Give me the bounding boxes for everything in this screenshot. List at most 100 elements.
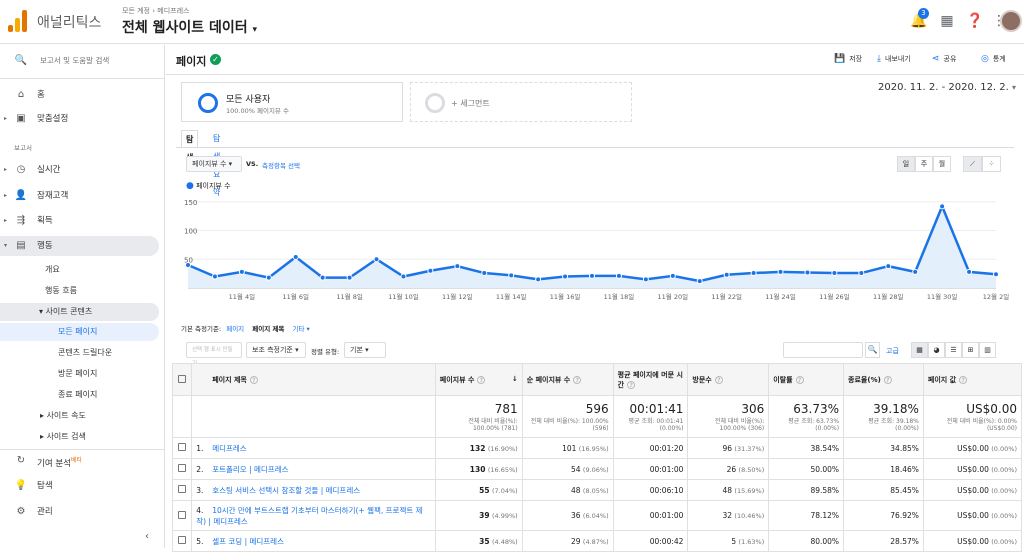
sidebar-sub-overview[interactable]: 개요 [45, 261, 60, 279]
col-entrances[interactable]: 방문수? [687, 363, 770, 396]
week-button[interactable]: 주 [915, 156, 933, 172]
view-selector[interactable]: 전체 웹사이트 데이터 ▾ [122, 17, 257, 37]
dim-other-link[interactable]: 기타 ▾ [293, 325, 310, 333]
x-tick-label: 12월 2일 [983, 292, 1009, 301]
segment-circle-icon [425, 93, 445, 113]
segment-all-users[interactable]: 모든 사용자 100.00% 페이지뷰 수 [181, 82, 403, 122]
help-icon[interactable]: ❓ [964, 10, 986, 32]
advanced-link[interactable]: 고급 [886, 346, 899, 356]
breadcrumb-account[interactable]: 모든 계정 [122, 7, 150, 15]
sidebar-item-discover[interactable]: 💡 탐색 [0, 476, 159, 496]
line-chart: 1501005011월 4일 11월 6일 11월 8일 11월 10일 11월 12일… [184, 199, 1009, 301]
search-icon[interactable]: 🔍 [865, 342, 880, 358]
page-title-link[interactable]: 10시간 만에 부트스트랩 기초부터 마스터하기(+ 웹팩, 프로젝트 제작) … [196, 506, 422, 526]
sidebar-sub-site-content[interactable]: ▾ 사이트 콘텐츠 [0, 303, 159, 321]
metric-dropdown[interactable]: 페이지뷰 수 ▾ [186, 156, 242, 172]
col-exit[interactable]: 종료율(%)? [843, 363, 924, 396]
sidebar-search[interactable]: 🔍 보고서 및 도움말 검색 [0, 51, 159, 71]
avatar[interactable] [1000, 10, 1022, 32]
pivot-view-icon[interactable]: ▥ [979, 342, 996, 358]
col-unique-pageviews[interactable]: 순 페이지뷰 수? [521, 363, 614, 396]
plot-rows-button[interactable]: 선택 행 표시 만들기 [186, 342, 242, 367]
select-metric-link[interactable]: 측정항목 선택 [262, 160, 300, 170]
page-title-link[interactable]: 메디프레스 [212, 444, 247, 453]
analytics-logo-icon[interactable] [8, 10, 28, 32]
sidebar-item-home[interactable]: ⌂ 홈 [0, 85, 159, 105]
col-page-title[interactable]: 페이지 제목? [191, 363, 436, 396]
sidebar-item-attribution[interactable]: ↻ 기여 분석베타 [0, 451, 159, 471]
comparison-view-icon[interactable]: ⊞ [962, 342, 979, 358]
sidebar-item-behavior[interactable]: ▾ ▤ 행동 [0, 236, 159, 256]
col-pageviews[interactable]: 페이지뷰 수? ↓ [434, 363, 523, 396]
row-checkbox-cell[interactable] [171, 500, 193, 531]
performance-view-icon[interactable]: ☰ [945, 342, 962, 358]
y-tick-label: 150 [184, 199, 197, 207]
tab-summary[interactable]: 탐색 요약 [209, 130, 224, 197]
sidebar: 🔍 보고서 및 도움말 검색 ⌂ 홈 ▸ ▣ 맞춤설정 보고서 ▸ ◷ 실시간 ▸ 👤 잠재고객… [0, 45, 165, 548]
help-icon: ? [573, 375, 582, 384]
page-title-link[interactable]: 셀프 코딩 | 메디프레스 [212, 537, 284, 546]
chevron-down-icon: ▾ [4, 242, 8, 249]
dim-title-active[interactable]: 페이지 제목 [252, 325, 284, 333]
sidebar-item-custom[interactable]: ▸ ▣ 맞춤설정 [0, 109, 159, 129]
share-button[interactable]: ⋖ 공유 [932, 54, 956, 64]
unique-pageviews-cell: 101 (16.95%) [521, 437, 614, 459]
row-checkbox[interactable] [178, 510, 187, 519]
select-all-checkbox[interactable] [171, 363, 193, 396]
sidebar-item-admin[interactable]: ⚙ 관리 [0, 502, 159, 522]
col-bounce[interactable]: 이탈률? [768, 363, 845, 396]
sidebar-sub-search[interactable]: ▸ 사이트 검색 [40, 428, 86, 446]
unique-pageviews-cell: 48 (8.05%) [521, 479, 614, 501]
pie-view-icon[interactable]: ◕ [928, 342, 945, 358]
sidebar-sub-flow[interactable]: 행동 흐름 [45, 282, 77, 300]
sidebar-sub-drilldown[interactable]: 콘텐츠 드릴다운 [58, 344, 112, 362]
add-segment-button[interactable]: + 세그먼트 [410, 82, 632, 122]
save-button[interactable]: 💾 저장 [834, 54, 862, 64]
data-point [696, 278, 703, 285]
page-title-link[interactable]: 포트폴리오 | 메디프레스 [212, 465, 288, 474]
month-button[interactable]: 월 [933, 156, 951, 172]
table-search-input[interactable] [783, 342, 863, 358]
breadcrumb[interactable]: 모든 계정 › 메디프레스 [122, 6, 189, 16]
avg-time-cell: 00:01:00 [612, 500, 689, 531]
sort-arrow-icon: ↓ [511, 374, 518, 383]
line-chart-icon[interactable]: ⟋ [963, 156, 982, 172]
insights-label: 통계 [992, 55, 1006, 63]
tab-explore[interactable]: 탐색 [181, 130, 199, 162]
row-checkbox[interactable] [178, 464, 187, 472]
sidebar-item-audience[interactable]: ▸ 👤 잠재고객 [0, 186, 159, 206]
sidebar-item-acquisition[interactable]: ▸ ⇶ 획득 [0, 211, 159, 231]
row-checkbox-cell[interactable] [171, 530, 193, 552]
page-title-link[interactable]: 호스팅 서비스 선택시 참조할 것들 | 메디프레스 [212, 486, 360, 495]
app-name[interactable]: 애널리틱스 [37, 12, 101, 32]
table-row: 4. 10시간 만에 부트스트랩 기초부터 마스터하기(+ 웹팩, 프로젝트 제작… [171, 500, 1023, 531]
table-view-icon[interactable]: ▦ [911, 342, 928, 358]
sidebar-item-realtime[interactable]: ▸ ◷ 실시간 [0, 160, 159, 180]
sidebar-sub-all-pages[interactable]: 모든 페이지 [0, 323, 159, 341]
row-checkbox[interactable] [178, 485, 187, 493]
row-checkbox-cell[interactable] [171, 479, 193, 501]
sidebar-sub-exit[interactable]: 종료 페이지 [58, 386, 97, 404]
col-avg-time[interactable]: 평균 페이지에 머문 시간? [612, 363, 689, 396]
date-range-picker[interactable]: 2020. 11. 2. - 2020. 12. 2. ▾ [878, 82, 1016, 93]
row-checkbox[interactable] [178, 443, 187, 451]
breadcrumb-property[interactable]: 메디프레스 [157, 7, 189, 15]
row-checkbox[interactable] [178, 536, 187, 544]
insights-button[interactable]: ◎ 통계 [981, 54, 1006, 64]
row-checkbox-cell[interactable] [171, 458, 193, 480]
unique-pageviews-cell: 29 (4.87%) [521, 530, 614, 552]
apps-grid-icon[interactable]: ▦ [936, 10, 958, 32]
sidebar-sub-landing[interactable]: 방문 페이지 [58, 365, 97, 383]
collapse-icon[interactable]: ‹ [145, 531, 149, 542]
sort-dropdown[interactable]: 기본 ▾ [344, 342, 386, 358]
export-button[interactable]: ⤓ 내보내기 [877, 54, 911, 64]
secondary-dim-dropdown[interactable]: 보조 측정기준 ▾ [246, 342, 306, 358]
dim-page-link[interactable]: 페이지 [226, 325, 244, 333]
notifications-icon[interactable]: 🔔 3 [908, 8, 930, 32]
day-button[interactable]: 일 [897, 156, 915, 172]
motion-chart-icon[interactable]: ⁘ [982, 156, 1001, 172]
x-tick-label: 11월 20일 [658, 292, 689, 301]
row-checkbox-cell[interactable] [171, 437, 193, 459]
sidebar-sub-speed[interactable]: ▸ 사이트 속도 [40, 407, 86, 425]
col-page-value[interactable]: 페이지 값? [922, 363, 1023, 396]
